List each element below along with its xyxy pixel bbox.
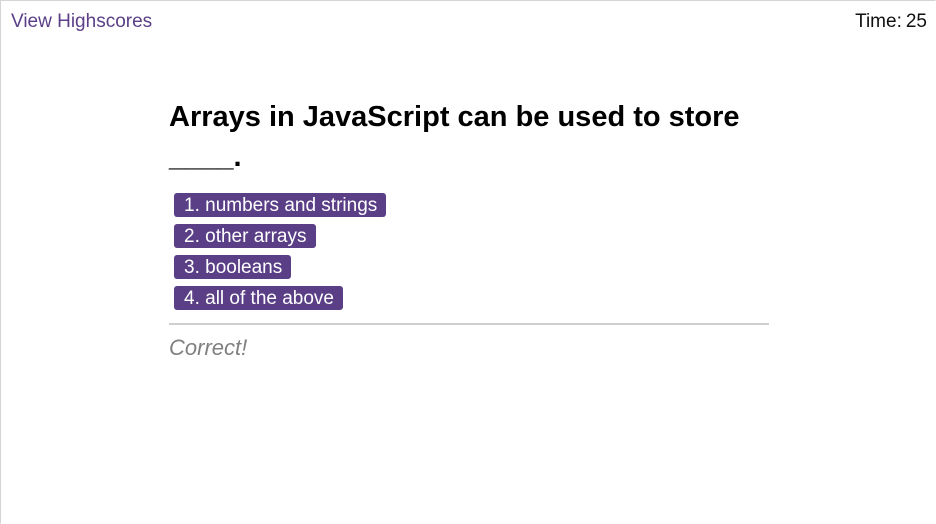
timer-label: Time:: [855, 11, 902, 32]
timer-value: 25: [905, 11, 927, 32]
timer: Time: 25: [855, 11, 927, 33]
choice-button-1[interactable]: 1. numbers and strings: [174, 193, 387, 217]
answer-choices: 1. numbers and strings 2. other arrays 3…: [174, 193, 769, 310]
page-frame: View Highscores Time: 25 Arrays in JavaSc…: [0, 0, 936, 524]
choice-button-2[interactable]: 2. other arrays: [174, 224, 316, 248]
view-highscores-link[interactable]: View Highscores: [11, 11, 152, 33]
top-bar: View Highscores Time: 25: [1, 1, 935, 45]
choice-button-3[interactable]: 3. booleans: [174, 255, 292, 279]
choice-button-4[interactable]: 4. all of the above: [174, 286, 343, 310]
divider: [169, 323, 769, 325]
answer-feedback: Correct!: [169, 335, 248, 360]
quiz-panel: Arrays in JavaScript can be used to stor…: [169, 97, 769, 361]
question-text: Arrays in JavaScript can be used to stor…: [169, 101, 740, 173]
